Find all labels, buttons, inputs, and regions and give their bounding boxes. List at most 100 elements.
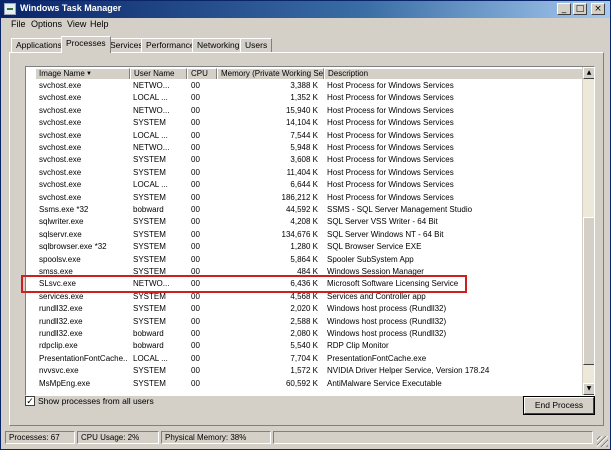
maximize-button[interactable]: □ [573, 3, 587, 15]
table-row[interactable]: svchost.exe SYSTEM 00 186,212 K Host Process… [35, 192, 583, 204]
cell-cpu: 00 [191, 242, 200, 252]
table-row[interactable]: nvvsvc.exe SYSTEM 00 1,572 K NVIDIA Driver H… [35, 365, 583, 377]
table-row[interactable]: sqlbrowser.exe *32 SYSTEM 00 1,280 K SQL Bro… [35, 241, 583, 253]
cell-cpu: 00 [191, 366, 200, 376]
cell-user-name: SYSTEM [133, 167, 166, 177]
cell-memory: 44,592 K [285, 205, 318, 214]
cell-memory: 3,388 K [290, 81, 318, 90]
cell-description: Host Process for Windows Services [327, 192, 454, 202]
cell-image-name: svchost.exe [39, 130, 82, 140]
column-header-user-name[interactable]: User Name [130, 68, 187, 79]
window-title: Windows Task Manager [20, 3, 122, 13]
cell-cpu: 00 [191, 304, 200, 314]
cell-image-name: spoolsv.exe [39, 254, 81, 264]
cell-description: Host Process for Windows Services [327, 130, 454, 140]
tab-users[interactable]: Users [240, 38, 273, 52]
cell-user-name: bobward [133, 205, 164, 214]
tab-processes[interactable]: Processes [61, 36, 111, 53]
cell-memory: 2,020 K [290, 304, 318, 314]
column-header-label: Image Name [39, 69, 85, 78]
cell-description: SQL Browser Service EXE [327, 242, 422, 252]
status-cpu-usage: CPU Usage: 2% [77, 431, 159, 444]
minimize-button[interactable]: _ [557, 3, 571, 15]
table-row[interactable]: svchost.exe NETWO... 00 3,388 K Host Process… [35, 80, 583, 92]
table-row[interactable]: svchost.exe LOCAL ... 00 7,544 K Host Proces… [35, 130, 583, 142]
column-header-description[interactable]: Description [324, 68, 583, 79]
cell-user-name: SYSTEM [133, 378, 166, 388]
cell-description: SQL Server VSS Writer - 64 Bit [327, 217, 438, 227]
resize-grip-icon[interactable] [597, 436, 608, 447]
cell-user-name: LOCAL ... [133, 93, 168, 103]
cell-description: NVIDIA Driver Helper Service, Version 17… [327, 366, 490, 376]
cell-user-name: SYSTEM [133, 242, 166, 252]
table-row[interactable]: MsMpEng.exe SYSTEM 00 60,592 K AntiMalware S… [35, 378, 583, 390]
vertical-scrollbar[interactable]: ▲ ▼ [582, 67, 594, 395]
cell-cpu: 00 [191, 254, 200, 264]
cell-cpu: 00 [191, 192, 200, 202]
table-row[interactable]: rundll32.exe SYSTEM 00 2,020 K Windows host … [35, 303, 583, 315]
table-row[interactable]: PresentationFontCache... LOCAL ... 00 7,704… [35, 353, 583, 365]
column-header-cpu[interactable]: CPU [187, 68, 217, 79]
scroll-down-arrow-icon[interactable]: ▼ [583, 383, 594, 395]
cell-description: RDP Clip Monitor [327, 341, 389, 351]
title-bar[interactable]: Windows Task Manager _ □ × [1, 1, 610, 18]
tab-networking[interactable]: Networking [192, 38, 245, 52]
table-row[interactable]: svchost.exe SYSTEM 00 3,608 K Host Process f… [35, 154, 583, 166]
column-header-row: Image Name ▼ User Name CPU Memory (Priva… [35, 68, 583, 79]
cell-description: PresentationFontCache.exe [327, 353, 427, 363]
column-header-memory[interactable]: Memory (Private Working Set) [217, 68, 324, 79]
process-list[interactable]: Image Name ▼ User Name CPU Memory (Priva… [25, 66, 595, 396]
cell-image-name: svchost.exe [39, 105, 82, 115]
scroll-up-arrow-icon[interactable]: ▲ [583, 67, 594, 79]
cell-image-name: sqlservr.exe [39, 229, 82, 239]
close-button[interactable]: × [591, 3, 605, 15]
cell-memory: 7,544 K [290, 130, 318, 140]
cell-memory: 4,568 K [290, 291, 318, 301]
column-header-image-name[interactable]: Image Name ▼ [35, 68, 130, 79]
cell-description: Host Process for Windows Services [327, 155, 454, 165]
cell-image-name: MsMpEng.exe [39, 378, 91, 388]
status-empty-cell [273, 431, 593, 444]
cell-image-name: svchost.exe [39, 143, 82, 152]
menu-help[interactable]: Help [90, 19, 109, 29]
cell-description: Spooler SubSystem App [327, 254, 414, 264]
cell-cpu: 00 [191, 105, 200, 115]
cell-memory: 5,540 K [290, 341, 318, 351]
cell-image-name: svchost.exe [39, 155, 82, 165]
scroll-thumb[interactable] [583, 217, 594, 365]
cell-user-name: SYSTEM [133, 254, 166, 264]
cell-image-name: svchost.exe [39, 93, 82, 103]
cell-cpu: 00 [191, 229, 200, 239]
menu-file[interactable]: File [11, 19, 26, 29]
table-row[interactable]: spoolsv.exe SYSTEM 00 5,864 K Spooler SubSys… [35, 254, 583, 266]
cell-cpu: 00 [191, 205, 200, 214]
table-row[interactable]: svchost.exe NETWO... 00 15,940 K Host Proces… [35, 105, 583, 117]
table-row-highlighted[interactable]: sqlservr.exe SYSTEM 00 134,676 K SQL Server … [35, 229, 583, 241]
table-row[interactable]: rdpclip.exe bobward 00 5,540 K RDP Clip Moni… [35, 340, 583, 352]
tab-applications[interactable]: Applications [11, 38, 67, 52]
cell-description: Host Process for Windows Services [327, 93, 454, 103]
cell-user-name: SYSTEM [133, 217, 166, 227]
table-row[interactable]: Ssms.exe *32 bobward 00 44,592 K SSMS - SQL … [35, 204, 583, 216]
cell-cpu: 00 [191, 143, 200, 152]
table-row[interactable]: sqlwriter.exe SYSTEM 00 4,208 K SQL Server V… [35, 216, 583, 228]
table-row[interactable]: svchost.exe LOCAL ... 00 1,352 K Host Proces… [35, 92, 583, 104]
menu-view[interactable]: View [67, 19, 86, 29]
menu-options[interactable]: Options [31, 19, 62, 29]
table-row[interactable]: svchost.exe LOCAL ... 00 6,644 K Host Proces… [35, 179, 583, 191]
cell-description: Host Process for Windows Services [327, 81, 454, 90]
table-row[interactable]: rundll32.exe SYSTEM 00 2,588 K Windows host … [35, 316, 583, 328]
table-row[interactable]: rundll32.exe bobward 00 2,080 K Windows host… [35, 328, 583, 340]
cell-user-name: bobward [133, 341, 164, 351]
cell-user-name: SYSTEM [133, 366, 166, 376]
cell-user-name: SYSTEM [133, 229, 166, 239]
cell-cpu: 00 [191, 155, 200, 165]
cell-memory: 60,592 K [285, 378, 318, 388]
process-list-viewport: Image Name ▼ User Name CPU Memory (Priva… [35, 67, 583, 395]
tab-performance[interactable]: Performance [141, 38, 200, 52]
cell-image-name: rundll32.exe [39, 304, 83, 314]
table-row[interactable]: svchost.exe NETWO... 00 5,948 K Host Process… [35, 142, 583, 154]
status-bar: Processes: 67 CPU Usage: 2% Physical Mem… [1, 429, 610, 449]
table-row[interactable]: svchost.exe SYSTEM 00 11,404 K Host Process … [35, 167, 583, 179]
table-row[interactable]: svchost.exe SYSTEM 00 14,104 K Host Process … [35, 117, 583, 129]
